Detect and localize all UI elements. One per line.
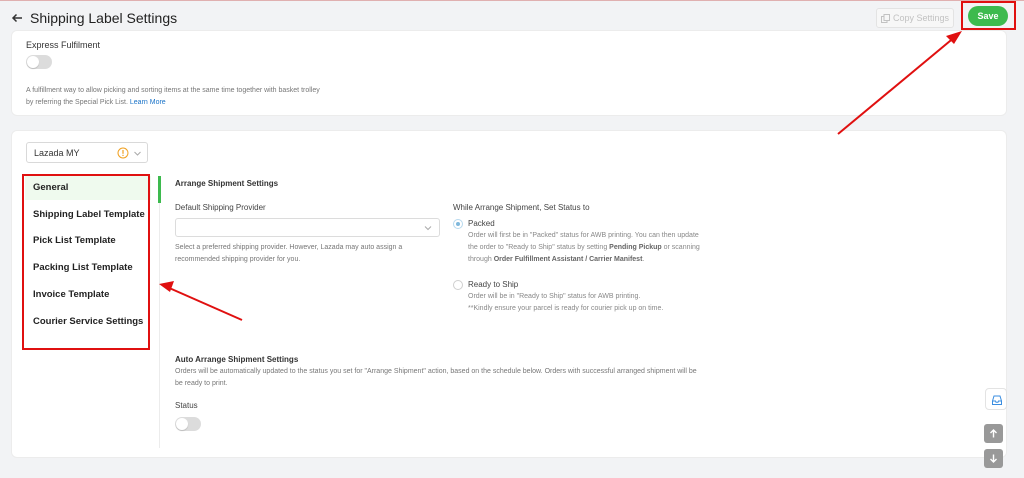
fulfillment-assistant-text: Order Fulfillment Assistant / Carrier Ma… [493, 256, 643, 263]
auto-desc-line1: Orders will be automatically updated to … [175, 368, 697, 375]
settings-card: Lazada MY General Shipping Label Templat… [11, 130, 1007, 458]
packed-desc-line3c: . [642, 256, 645, 263]
ready-to-ship-label: Ready to Ship [468, 280, 519, 289]
express-fulfilment-card: Express Fulfilment A fulfillment way to … [11, 30, 1007, 116]
ready-to-ship-description: Order will be in "Ready to Ship" status … [468, 291, 663, 315]
save-highlight-box [961, 1, 1016, 30]
status-setting-title: While Arrange Shipment, Set Status to [453, 203, 590, 212]
copy-settings-label: Copy Settings [892, 13, 950, 23]
packed-desc-line1: Order will first be in "Packed" status f… [468, 232, 699, 239]
warning-icon[interactable] [117, 147, 129, 159]
inbox-button[interactable] [985, 388, 1007, 410]
express-desc-line1: A fulfillment way to allow picking and s… [26, 87, 320, 94]
copy-settings-button[interactable]: Copy Settings [876, 8, 954, 28]
express-desc-line2: by referring the Special Pick List. [26, 99, 128, 106]
scroll-up-button[interactable] [984, 424, 1003, 443]
chevron-down-icon [424, 226, 432, 231]
provider-hint-line2: recommended shipping provider for you. [175, 256, 301, 263]
top-bar: Shipping Label Settings Copy Settings Sa… [0, 0, 1024, 34]
inbox-icon [992, 395, 1002, 405]
chevron-down-icon [134, 151, 141, 156]
store-select-value: Lazada MY [34, 148, 80, 158]
default-provider-hint: Select a preferred shipping provider. Ho… [175, 242, 402, 266]
packed-desc-line2a: the order to "Ready to Ship" status by s… [468, 244, 610, 251]
ready-desc-line1: Order will be in "Ready to Ship" status … [468, 293, 641, 300]
packed-desc-line3a: through [468, 256, 494, 263]
sidebar-highlight-box [22, 174, 150, 350]
sidebar-divider [159, 176, 160, 448]
auto-arrange-toggle[interactable] [175, 417, 201, 431]
store-select[interactable]: Lazada MY [26, 142, 148, 163]
auto-arrange-title: Auto Arrange Shipment Settings [175, 355, 299, 364]
arrow-up-icon [990, 429, 997, 438]
learn-more-link[interactable]: Learn More [130, 99, 166, 106]
radio-packed[interactable] [453, 219, 463, 229]
copy-icon [880, 13, 890, 23]
packed-desc-line2c: or scanning [661, 244, 700, 251]
arrow-down-icon [990, 454, 997, 463]
packed-label: Packed [468, 219, 495, 228]
pending-pickup-text: Pending Pickup [609, 244, 662, 251]
arrange-shipment-title: Arrange Shipment Settings [175, 179, 279, 188]
packed-description: Order will first be in "Packed" status f… [468, 230, 700, 266]
page-title: Shipping Label Settings [30, 10, 178, 26]
express-fulfilment-toggle[interactable] [26, 55, 52, 69]
default-provider-label: Default Shipping Provider [175, 203, 266, 212]
back-arrow-icon[interactable] [10, 11, 24, 25]
express-fulfilment-description: A fulfillment way to allow picking and s… [26, 85, 356, 109]
auto-arrange-description: Orders will be automatically updated to … [175, 366, 697, 390]
default-provider-select[interactable] [175, 218, 440, 237]
toggle-knob [27, 56, 39, 68]
auto-desc-line2: be ready to print. [175, 380, 228, 387]
ready-desc-line2: **Kindly ensure your parcel is ready for… [468, 305, 664, 312]
auto-status-label: Status [175, 401, 198, 410]
toggle-knob [176, 418, 188, 430]
provider-hint-line1: Select a preferred shipping provider. Ho… [175, 244, 403, 251]
express-fulfilment-label: Express Fulfilment [26, 40, 101, 50]
radio-ready-to-ship[interactable] [453, 280, 463, 290]
active-tab-indicator [158, 176, 161, 203]
scroll-down-button[interactable] [984, 449, 1003, 468]
